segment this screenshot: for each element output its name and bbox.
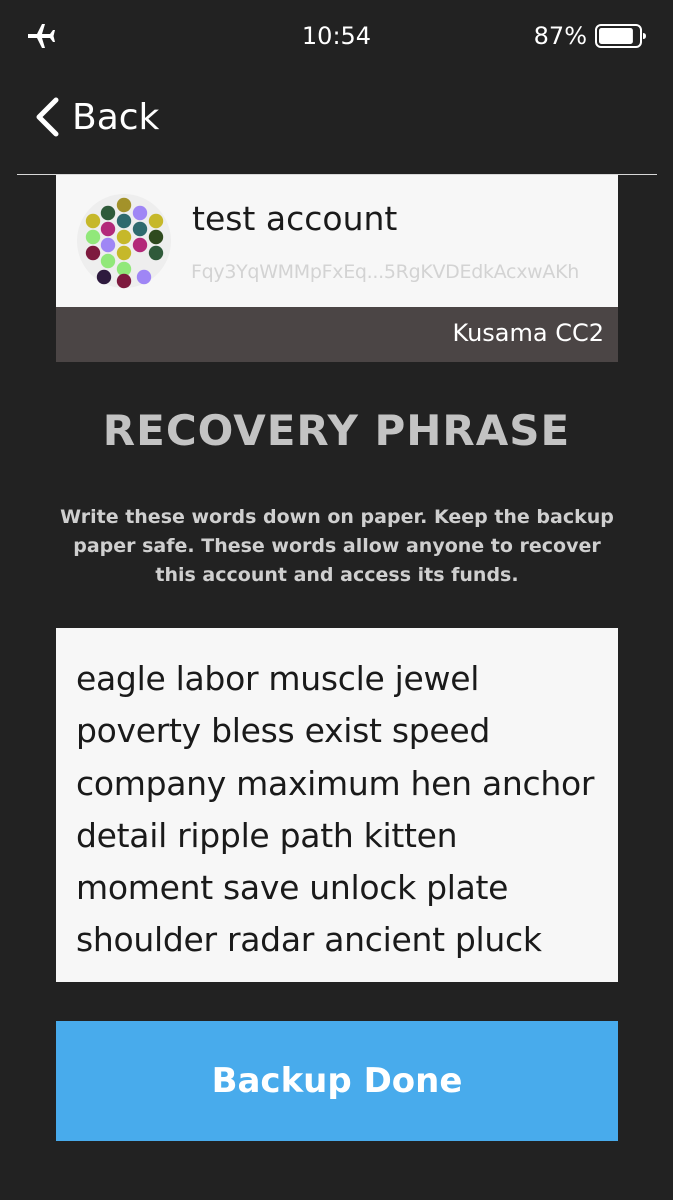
identicon-dot	[148, 245, 164, 261]
status-bar: 10:54 87%	[0, 0, 673, 72]
battery-percent: 87%	[533, 22, 587, 50]
identicon-dot	[100, 221, 116, 237]
identicon-dot	[136, 269, 152, 285]
identicon-dot	[116, 213, 132, 229]
identicon-dot	[148, 229, 164, 245]
backup-done-label: Backup Done	[211, 1061, 463, 1101]
identicon-dot	[132, 221, 148, 237]
identicon-dot	[85, 213, 101, 229]
account-name: test account	[192, 199, 398, 238]
identicon-dot	[132, 237, 148, 253]
back-button[interactable]: Back	[34, 90, 159, 144]
identicon-dot	[116, 245, 132, 261]
chevron-left-icon	[36, 97, 59, 137]
account-card: test account Fqy3YqWMMpFxEq...5RgKVDEdkA…	[56, 175, 618, 307]
identicon-dot	[100, 253, 116, 269]
identicon-dot	[116, 273, 132, 289]
recovery-phrase-box: eagle labor muscle jewel poverty bless e…	[56, 628, 618, 982]
identicon-dot	[100, 237, 116, 253]
network-bar: Kusama CC2	[56, 307, 618, 362]
identicon-dot	[116, 229, 132, 245]
account-address: Fqy3YqWMMpFxEq...5RgKVDEdkAcxwAKh	[191, 261, 579, 283]
identicon-dot	[132, 205, 148, 221]
identicon-dot	[148, 213, 164, 229]
account-identicon	[77, 194, 171, 289]
recovery-instructions: Write these words down on paper. Keep th…	[60, 506, 614, 586]
identicon-dot	[96, 269, 112, 285]
battery-icon	[595, 24, 646, 48]
identicon-dot	[85, 245, 101, 261]
recovery-title: RECOVERY PHRASE	[102, 406, 571, 455]
identicon-dot	[116, 197, 132, 213]
back-label: Back	[72, 96, 160, 138]
identicon-dot	[85, 229, 101, 245]
identicon-dot	[100, 205, 116, 221]
backup-done-button[interactable]: Backup Done	[56, 1021, 618, 1141]
network-label: Kusama CC2	[452, 319, 604, 347]
recovery-phrase-text: eagle labor muscle jewel poverty bless e…	[76, 659, 595, 960]
